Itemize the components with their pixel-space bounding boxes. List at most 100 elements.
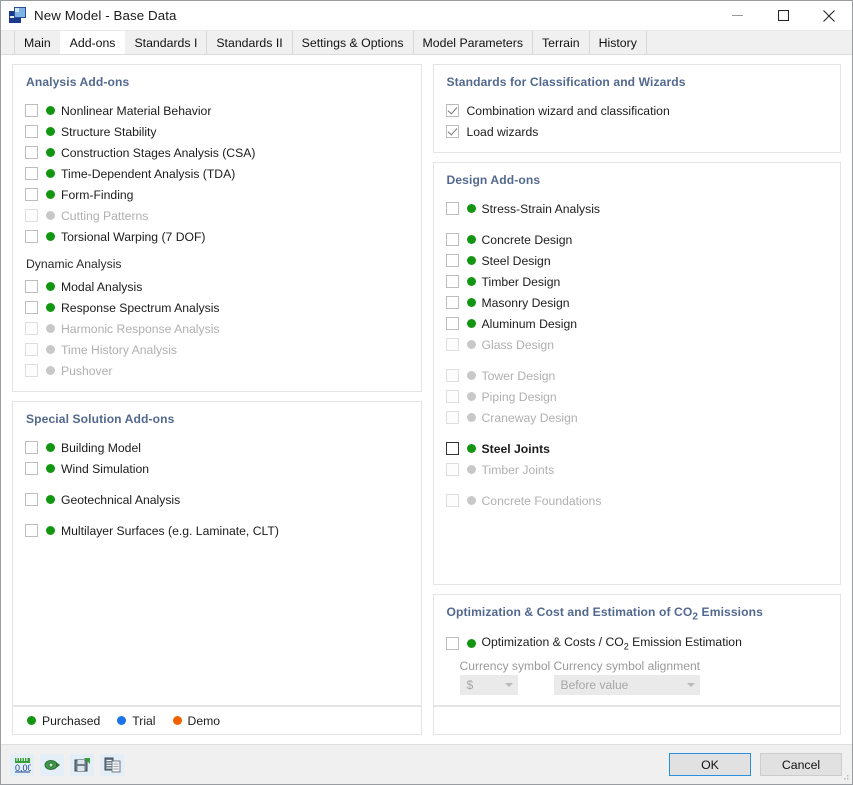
- checkbox-steel-joints[interactable]: [445, 442, 459, 455]
- special-solution-addons-panel: Special Solution Add-ons Building Model W…: [12, 401, 422, 706]
- tab-standards-i[interactable]: Standards I: [124, 31, 208, 54]
- checkbox-harmonic-response-analysis: [25, 322, 38, 335]
- maximize-button[interactable]: [760, 1, 806, 31]
- checkbox-structure-stability[interactable]: [25, 125, 38, 138]
- dynamic-analysis-subheading: Dynamic Analysis: [26, 257, 122, 271]
- addon-label: Tower Design: [481, 368, 556, 383]
- units-decimal-places-icon[interactable]: 0,00: [10, 753, 34, 776]
- addon-label: Masonry Design: [481, 295, 570, 310]
- addon-row-structure-stability[interactable]: Structure Stability: [25, 121, 409, 142]
- design-addons-list: Stress-Strain Analysis Concrete Design Ste…: [445, 198, 829, 511]
- tab-standards-ii[interactable]: Standards II: [206, 31, 293, 54]
- currency-settings: Currency symbol Currency symbol alignmen…: [459, 659, 829, 695]
- checkbox-construction-stages-analysis-csa[interactable]: [25, 146, 38, 159]
- addon-row-geotechnical-analysis[interactable]: Geotechnical Analysis: [25, 489, 409, 510]
- addon-row-steel-joints[interactable]: Steel Joints: [445, 438, 829, 459]
- addon-row-combination-wizard-and-classification[interactable]: Combination wizard and classification: [445, 100, 829, 121]
- addon-row-wind-simulation[interactable]: Wind Simulation: [25, 458, 409, 479]
- optimization-costs-checkbox[interactable]: [445, 637, 459, 650]
- status-dot-purchased-icon: [46, 495, 55, 504]
- minimize-button[interactable]: [714, 1, 760, 31]
- addon-row-aluminum-design[interactable]: Aluminum Design: [445, 313, 829, 334]
- addon-row-harmonic-response-analysis: Harmonic Response Analysis: [25, 318, 409, 339]
- standards-wizards-panel: Standards for Classification and Wizards…: [432, 64, 841, 153]
- addon-label: Response Spectrum Analysis: [61, 300, 220, 315]
- checkbox-time-dependent-analysis-tda[interactable]: [25, 167, 38, 180]
- checkbox-aluminum-design[interactable]: [445, 317, 459, 330]
- tab-add-ons[interactable]: Add-ons: [59, 31, 126, 54]
- status-dot-off-icon: [466, 413, 476, 422]
- copy-from-model-icon[interactable]: [100, 753, 124, 776]
- currency-symbol-select[interactable]: $: [459, 675, 518, 695]
- currency-alignment-value: Before value: [560, 678, 629, 692]
- chevron-down-icon: [686, 683, 695, 687]
- tab-settings-options[interactable]: Settings & Options: [291, 31, 414, 54]
- status-dot-off-icon: [466, 496, 476, 505]
- checkbox-pushover: [25, 364, 38, 377]
- checkbox-load-wizards[interactable]: [445, 125, 459, 138]
- ok-button[interactable]: OK: [669, 753, 751, 776]
- addon-row-stress-strain-analysis[interactable]: Stress-Strain Analysis: [445, 198, 829, 219]
- addon-row-steel-design[interactable]: Steel Design: [445, 250, 829, 271]
- status-dot-off-icon: [466, 340, 476, 349]
- addon-label: Concrete Design: [481, 232, 573, 247]
- transfer-settings-icon[interactable]: [40, 753, 64, 776]
- checkbox-multilayer-surfaces-e-g-laminate-clt[interactable]: [25, 524, 38, 537]
- addon-row-nonlinear-material-behavior[interactable]: Nonlinear Material Behavior: [25, 100, 409, 121]
- addon-label: Multilayer Surfaces (e.g. Laminate, CLT): [61, 523, 279, 538]
- checkbox-nonlinear-material-behavior[interactable]: [25, 104, 38, 117]
- checkbox-wind-simulation[interactable]: [25, 462, 38, 475]
- addon-row-construction-stages-analysis-csa[interactable]: Construction Stages Analysis (CSA): [25, 142, 409, 163]
- window-controls: [714, 1, 852, 31]
- tab-main[interactable]: Main: [14, 31, 61, 54]
- addon-label: Time History Analysis: [61, 342, 178, 357]
- checkbox-tower-design: [445, 369, 459, 382]
- addon-row-load-wizards[interactable]: Load wizards: [445, 121, 829, 142]
- legend-label: Demo: [187, 713, 221, 728]
- status-dot-purchased-icon: [466, 298, 476, 307]
- addon-row-timber-design[interactable]: Timber Design: [445, 271, 829, 292]
- checkbox-combination-wizard-and-classification[interactable]: [445, 104, 459, 117]
- resize-grip[interactable]: [840, 772, 850, 782]
- checkbox-building-model[interactable]: [25, 441, 38, 454]
- addon-row-torsional-warping-7-dof[interactable]: Torsional Warping (7 DOF): [25, 226, 409, 247]
- special-solution-addons-title: Special Solution Add-ons: [26, 412, 175, 426]
- checkbox-masonry-design[interactable]: [445, 296, 459, 309]
- cancel-button[interactable]: Cancel: [760, 753, 842, 776]
- close-button[interactable]: [806, 1, 852, 31]
- status-dot-off-icon: [466, 465, 476, 474]
- legend-label: Trial: [132, 713, 156, 728]
- addon-row-building-model[interactable]: Building Model: [25, 437, 409, 458]
- addon-row-masonry-design[interactable]: Masonry Design: [445, 292, 829, 313]
- dialog-body: Analysis Add-ons Nonlinear Material Beha…: [1, 55, 852, 706]
- tab-model-parameters[interactable]: Model Parameters: [412, 31, 533, 54]
- checkbox-torsional-warping-7-dof[interactable]: [25, 230, 38, 243]
- addon-row-piping-design: Piping Design: [445, 386, 829, 407]
- checkbox-time-history-analysis: [25, 343, 38, 356]
- checkbox-steel-design[interactable]: [445, 254, 459, 267]
- status-dot-purchased-icon: [466, 277, 476, 286]
- save-settings-icon[interactable]: [70, 753, 94, 776]
- addon-label: Building Model: [61, 440, 141, 455]
- tab-history[interactable]: History: [588, 31, 647, 54]
- checkbox-concrete-design[interactable]: [445, 233, 459, 246]
- optimization-title-text: Optimization & Cost and Estimation of CO: [446, 604, 693, 619]
- addon-row-response-spectrum-analysis[interactable]: Response Spectrum Analysis: [25, 297, 409, 318]
- checkbox-modal-analysis[interactable]: [25, 280, 38, 293]
- checkbox-geotechnical-analysis[interactable]: [25, 493, 38, 506]
- status-dot-purchased-icon: [46, 303, 55, 312]
- checkbox-form-finding[interactable]: [25, 188, 38, 201]
- addon-row-modal-analysis[interactable]: Modal Analysis: [25, 276, 409, 297]
- checkbox-stress-strain-analysis[interactable]: [445, 202, 459, 215]
- addon-row-concrete-design[interactable]: Concrete Design: [445, 229, 829, 250]
- optimization-costs-row[interactable]: Optimization & Costs / CO2 Emission Esti…: [445, 633, 829, 654]
- addon-row-multilayer-surfaces-e-g-laminate-clt[interactable]: Multilayer Surfaces (e.g. Laminate, CLT): [25, 520, 409, 541]
- addon-row-form-finding[interactable]: Form-Finding: [25, 184, 409, 205]
- addon-row-time-dependent-analysis-tda[interactable]: Time-Dependent Analysis (TDA): [25, 163, 409, 184]
- currency-alignment-select[interactable]: Before value: [553, 675, 700, 695]
- addon-label: Timber Joints: [481, 462, 555, 477]
- tab-terrain[interactable]: Terrain: [532, 31, 590, 54]
- status-dot-purchased-icon: [46, 127, 55, 136]
- checkbox-response-spectrum-analysis[interactable]: [25, 301, 38, 314]
- checkbox-timber-design[interactable]: [445, 275, 459, 288]
